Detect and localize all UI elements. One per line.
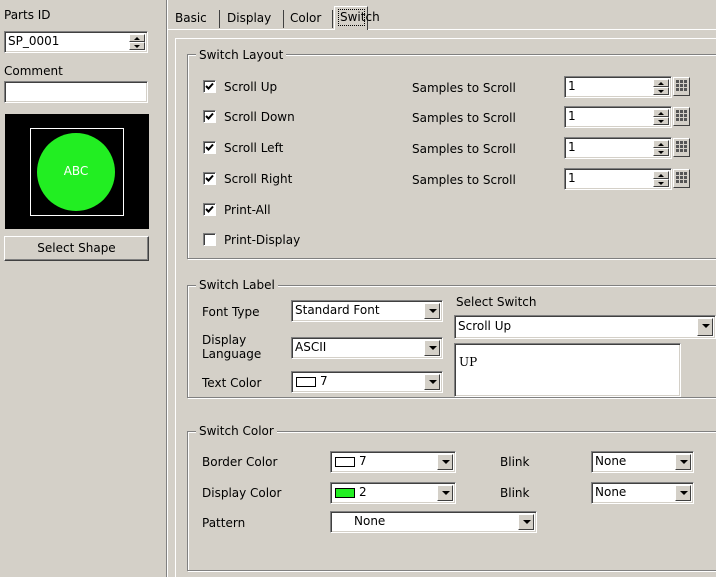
display-language-value: ASCII [295,340,327,354]
tab-switch-label: Switch [340,10,380,24]
tab-strip-line [168,29,716,30]
chevron-down-icon[interactable] [675,454,691,470]
chevron-down-icon[interactable] [424,303,440,319]
parts-id-field[interactable]: SP_0001 [4,31,148,53]
scroll-down-label: Scroll Down [224,110,295,124]
scroll-up-samples-value: 1 [568,79,576,93]
parts-id-label: Parts ID [4,8,51,22]
chevron-down-icon[interactable] [437,454,453,470]
chevron-down-icon[interactable] [697,318,713,336]
pattern-value: None [354,514,386,528]
scroll-down-samples-spinner[interactable] [653,109,669,125]
scroll-right-samples-value: 1 [568,171,576,185]
print-display-label: Print-Display [224,233,301,247]
tab-separator [283,10,284,28]
print-all-label: Print-All [224,203,271,217]
print-all-checkbox[interactable] [203,203,216,216]
scroll-left-samples-spinner[interactable] [653,140,669,156]
display-color-value: 2 [359,485,367,499]
comment-label: Comment [4,64,63,78]
tab-color[interactable]: Color [286,9,325,29]
tab-basic[interactable]: Basic [171,9,211,29]
parts-id-value: SP_0001 [8,34,60,48]
blink-label: Blink [500,455,530,469]
keypad-icon[interactable] [673,77,690,96]
text-color-label: Text Color [202,376,262,390]
display-language-label-line2: Language [202,347,262,361]
border-color-value: 7 [359,454,367,468]
display-color-dropdown[interactable]: 2 [330,482,456,504]
tab-separator [219,10,220,28]
chevron-down-icon[interactable] [424,340,440,356]
font-type-dropdown[interactable]: Standard Font [291,300,443,322]
scroll-up-samples-spinner[interactable] [653,79,669,95]
scroll-right-samples-spinner[interactable] [653,171,669,187]
keypad-icon[interactable] [673,138,690,157]
scroll-down-samples-value: 1 [568,109,576,123]
tab-display[interactable]: Display [223,9,275,29]
display-language-dropdown[interactable]: ASCII [291,337,443,359]
shape-preview: ABC [5,114,149,229]
display-blink-value: None [595,485,627,499]
chevron-down-icon[interactable] [424,374,440,390]
scroll-right-label: Scroll Right [224,172,293,186]
switch-label-title: Switch Label [196,278,278,292]
border-color-swatch [335,457,355,467]
border-color-dropdown[interactable]: 7 [330,451,456,473]
panel-divider-highlight [167,0,168,577]
switch-color-title: Switch Color [196,424,277,438]
scroll-down-samples-field[interactable]: 1 [564,106,672,128]
chevron-down-icon[interactable] [518,514,534,530]
tab-switch[interactable]: Switch [334,6,380,30]
samples-to-scroll-label: Samples to Scroll [412,81,516,95]
label-text-area[interactable]: UP [454,343,681,397]
samples-to-scroll-label: Samples to Scroll [412,173,516,187]
font-type-value: Standard Font [295,303,380,317]
display-color-label: Display Color [202,486,282,500]
parts-id-spinner[interactable] [129,34,145,50]
scroll-right-samples-field[interactable]: 1 [564,168,672,190]
chevron-down-icon[interactable] [675,485,691,501]
text-color-swatch [296,377,316,387]
scroll-left-checkbox[interactable] [203,141,216,154]
scroll-left-samples-value: 1 [568,140,576,154]
keypad-icon[interactable] [673,169,690,188]
scroll-up-checkbox[interactable] [203,80,216,93]
shape-preview-text: ABC [63,164,89,178]
scroll-left-label: Scroll Left [224,141,284,155]
select-shape-button[interactable]: Select Shape [4,236,149,261]
blink-label: Blink [500,486,530,500]
select-switch-label: Select Switch [456,295,537,309]
display-color-swatch [335,488,355,498]
tab-separator [332,10,333,28]
comment-input[interactable] [4,81,148,103]
text-color-dropdown[interactable]: 7 [291,371,443,393]
select-switch-value: Scroll Up [458,319,512,333]
print-display-checkbox[interactable] [203,233,216,246]
scroll-down-checkbox[interactable] [203,110,216,123]
border-blink-dropdown[interactable]: None [591,451,694,473]
label-text-value: UP [459,355,478,369]
scroll-up-samples-field[interactable]: 1 [564,76,672,98]
font-type-label: Font Type [202,305,260,319]
samples-to-scroll-label: Samples to Scroll [412,142,516,156]
keypad-icon[interactable] [673,107,690,126]
border-blink-value: None [595,454,627,468]
scroll-left-samples-field[interactable]: 1 [564,137,672,159]
text-color-value: 7 [320,374,328,388]
samples-to-scroll-label: Samples to Scroll [412,111,516,125]
display-blink-dropdown[interactable]: None [591,482,694,504]
chevron-down-icon[interactable] [437,485,453,501]
pattern-dropdown[interactable]: None [330,511,537,533]
switch-layout-title: Switch Layout [196,48,287,62]
select-switch-dropdown[interactable]: Scroll Up [454,315,716,339]
scroll-right-checkbox[interactable] [203,172,216,185]
border-color-label: Border Color [202,455,278,469]
display-language-label-line1: Display [202,333,247,347]
pattern-label: Pattern [202,516,246,530]
scroll-up-label: Scroll Up [224,80,278,94]
